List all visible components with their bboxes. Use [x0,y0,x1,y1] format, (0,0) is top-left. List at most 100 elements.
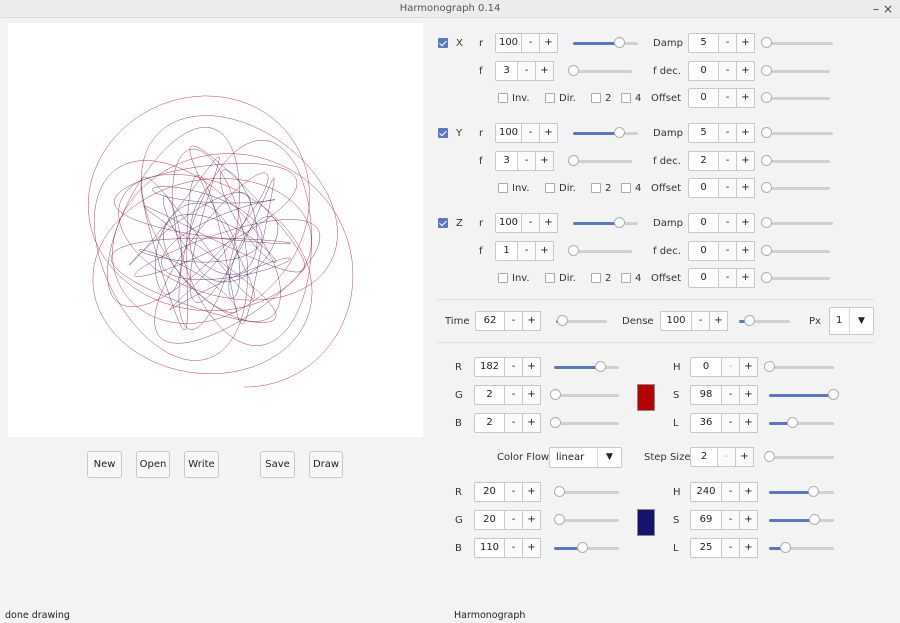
osc-x-r-spin-increment-button[interactable]: + [540,33,558,53]
draw-button[interactable]: Draw [309,451,343,478]
end-color-g-spin-value[interactable]: 20 [474,510,505,530]
start-color-g-spin-increment-button[interactable]: + [523,385,541,405]
time-spin-increment-button[interactable]: + [523,311,541,331]
start-color-s-slider-handle[interactable] [827,389,839,400]
osc-y-f-spin-decrement-button[interactable]: - [518,151,536,171]
osc-y-r-spin-decrement-button[interactable]: - [522,123,540,143]
osc-y-damp-spin-value[interactable]: 5 [688,123,719,143]
start-color-b-spin-decrement-button[interactable]: - [505,413,523,433]
osc-z-r-spin-increment-button[interactable]: + [540,213,558,233]
osc-z-fdec-spin-value[interactable]: 0 [688,241,719,261]
osc-z-inv-checkbox[interactable] [498,273,508,283]
osc-z-damp-spin-value[interactable]: 0 [688,213,719,233]
osc-x-damp-spin-decrement-button[interactable]: - [719,33,737,53]
start-color-g-spin-decrement-button[interactable]: - [505,385,523,405]
end-color-s-spin-decrement-button[interactable]: - [722,510,740,530]
start-color-s-spin-increment-button[interactable]: + [740,385,758,405]
end-color-r-spin-value[interactable]: 20 [474,482,505,502]
write-button[interactable]: Write [184,451,219,478]
step-size-spin-decrement-button[interactable]: - [718,447,736,467]
osc-z-offset-spin-value[interactable]: 0 [688,268,719,288]
start-color-r-spin-increment-button[interactable]: + [523,357,541,377]
osc-x-enable-checkbox[interactable] [438,38,448,48]
osc-x-dir-checkbox[interactable] [545,93,555,103]
osc-z-damp-spin-increment-button[interactable]: + [737,213,755,233]
end-color-l-slider-handle[interactable] [780,542,792,553]
osc-x-offset-spin-value[interactable]: 0 [688,88,719,108]
osc-y-fdec-slider-handle[interactable] [761,155,772,166]
step-size-spin-increment-button[interactable]: + [736,447,754,467]
osc-x-offset-slider-handle[interactable] [761,92,772,103]
osc-x-fdec-slider[interactable] [761,65,830,76]
end-color-s-spin-increment-button[interactable]: + [740,510,758,530]
osc-x-damp-spin-value[interactable]: 5 [688,33,719,53]
osc-x-offset-spin-decrement-button[interactable]: - [719,88,737,108]
osc-x-r-slider[interactable] [573,37,638,48]
save-button[interactable]: Save [260,451,295,478]
osc-y-damp-spin-increment-button[interactable]: + [737,123,755,143]
start-color-h-slider[interactable] [764,361,834,372]
end-color-b-spin-decrement-button[interactable]: - [505,538,523,558]
dense-spin-value[interactable]: 100 [660,311,692,331]
osc-z-enable-checkbox[interactable] [438,218,448,228]
osc-z-fdec-slider[interactable] [761,245,830,256]
osc-z-fdec-spin-increment-button[interactable]: + [737,241,755,261]
dense-spin-decrement-button[interactable]: - [692,311,710,331]
start-color-l-spin-decrement-button[interactable]: - [722,413,740,433]
end-color-h-slider[interactable] [769,486,834,497]
osc-z-two-checkbox[interactable] [591,273,601,283]
osc-x-fdec-spin-value[interactable]: 0 [688,61,719,81]
start-color-h-spin-decrement-button[interactable]: - [722,357,740,377]
start-color-h-spin-increment-button[interactable]: + [740,357,758,377]
dense-slider-handle[interactable] [744,315,756,326]
osc-x-r-spin-value[interactable]: 100 [495,33,522,53]
osc-z-f-spin-increment-button[interactable]: + [536,241,554,261]
new-button[interactable]: New [87,451,122,478]
osc-x-four-checkbox[interactable] [621,93,631,103]
osc-y-offset-slider[interactable] [761,182,830,193]
osc-z-fdec-slider-handle[interactable] [761,245,772,256]
start-color-g-spin-value[interactable]: 2 [474,385,505,405]
osc-x-offset-slider[interactable] [761,92,830,103]
start-color-b-spin-value[interactable]: 2 [474,413,505,433]
osc-z-offset-spin-increment-button[interactable]: + [737,268,755,288]
osc-z-fdec-spin-decrement-button[interactable]: - [719,241,737,261]
end-color-b-spin-value[interactable]: 110 [474,538,505,558]
end-color-h-spin-value[interactable]: 240 [690,482,722,502]
osc-y-fdec-spin-value[interactable]: 2 [688,151,719,171]
end-color-h-slider-handle[interactable] [807,486,819,497]
dense-spin-increment-button[interactable]: + [710,311,728,331]
osc-x-two-checkbox[interactable] [591,93,601,103]
end-color-s-slider-handle[interactable] [808,514,820,525]
osc-z-f-spin-decrement-button[interactable]: - [518,241,536,261]
end-color-l-spin-increment-button[interactable]: + [740,538,758,558]
start-color-b-spin-increment-button[interactable]: + [523,413,541,433]
step-size-slider-handle[interactable] [764,451,775,462]
osc-z-offset-slider[interactable] [761,272,830,283]
osc-y-damp-slider[interactable] [761,127,833,138]
start-color-s-spin-value[interactable]: 98 [690,385,722,405]
dense-slider[interactable] [739,315,790,326]
end-color-b-slider-handle[interactable] [576,542,588,553]
osc-y-offset-slider-handle[interactable] [761,182,772,193]
osc-z-four-checkbox[interactable] [621,273,631,283]
osc-y-r-slider[interactable] [573,127,638,138]
osc-x-fdec-spin-decrement-button[interactable]: - [719,61,737,81]
time-slider-handle[interactable] [557,315,569,326]
osc-y-offset-spin-increment-button[interactable]: + [737,178,755,198]
osc-y-f-spin-increment-button[interactable]: + [536,151,554,171]
osc-y-enable-checkbox[interactable] [438,128,448,138]
osc-z-r-spin-value[interactable]: 100 [495,213,522,233]
end-color-b-slider[interactable] [554,542,619,553]
time-slider[interactable] [556,315,607,326]
osc-x-f-spin-increment-button[interactable]: + [536,61,554,81]
start-color-r-spin-value[interactable]: 182 [474,357,505,377]
osc-z-f-slider-handle[interactable] [568,245,579,256]
osc-y-damp-slider-handle[interactable] [761,127,772,138]
osc-z-offset-slider-handle[interactable] [761,272,772,283]
color-flow-dropdown[interactable]: linear ▼ [549,447,622,468]
end-color-h-spin-decrement-button[interactable]: - [722,482,740,502]
start-color-h-spin-value[interactable]: 0 [690,357,722,377]
osc-y-r-slider-handle[interactable] [613,127,625,138]
osc-y-r-spin-value[interactable]: 100 [495,123,522,143]
